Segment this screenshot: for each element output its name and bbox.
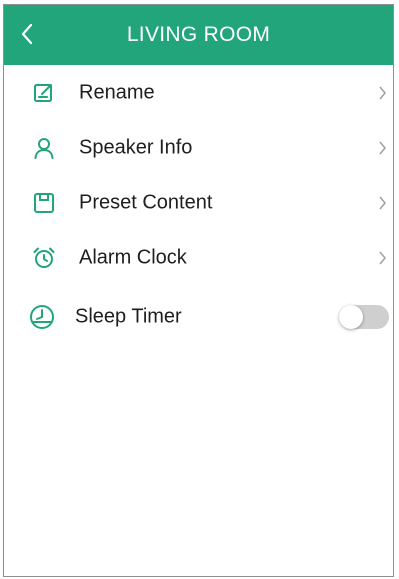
menu-item-label: Rename	[79, 81, 155, 103]
menu-item-alarm-clock[interactable]: Alarm Clock	[4, 230, 393, 285]
back-button[interactable]	[10, 17, 44, 51]
menu-item-label: Speaker Info	[79, 136, 193, 158]
chevron-right-icon	[375, 194, 389, 212]
toggle-knob	[339, 305, 363, 329]
alarm-clock-icon	[32, 246, 56, 270]
chevron-right-icon	[375, 139, 389, 157]
menu-item-speaker-info[interactable]: Speaker Info	[4, 120, 393, 175]
page-title: LIVING ROOM	[126, 23, 271, 46]
settings-menu: Rename Speaker Info Preset Content Alarm…	[4, 65, 393, 349]
chevron-right-icon	[375, 249, 389, 267]
menu-item-preset-content[interactable]: Preset Content	[4, 175, 393, 230]
edit-icon	[32, 81, 56, 105]
sleep-timer-toggle[interactable]	[339, 305, 389, 329]
menu-item-label: Preset Content	[79, 191, 213, 213]
menu-item-label: Sleep Timer	[75, 305, 182, 328]
app-screen: LIVING ROOM Rename Speaker Info Preset C…	[3, 4, 394, 577]
clock-icon	[28, 303, 56, 331]
menu-item-label: Alarm Clock	[79, 246, 187, 268]
menu-item-sleep-timer: Sleep Timer	[4, 285, 393, 349]
menu-item-rename[interactable]: Rename	[4, 65, 393, 120]
chevron-right-icon	[375, 84, 389, 102]
header-bar: LIVING ROOM	[4, 5, 393, 65]
person-icon	[32, 136, 56, 160]
chevron-left-icon	[21, 23, 33, 45]
preset-icon	[32, 191, 56, 215]
